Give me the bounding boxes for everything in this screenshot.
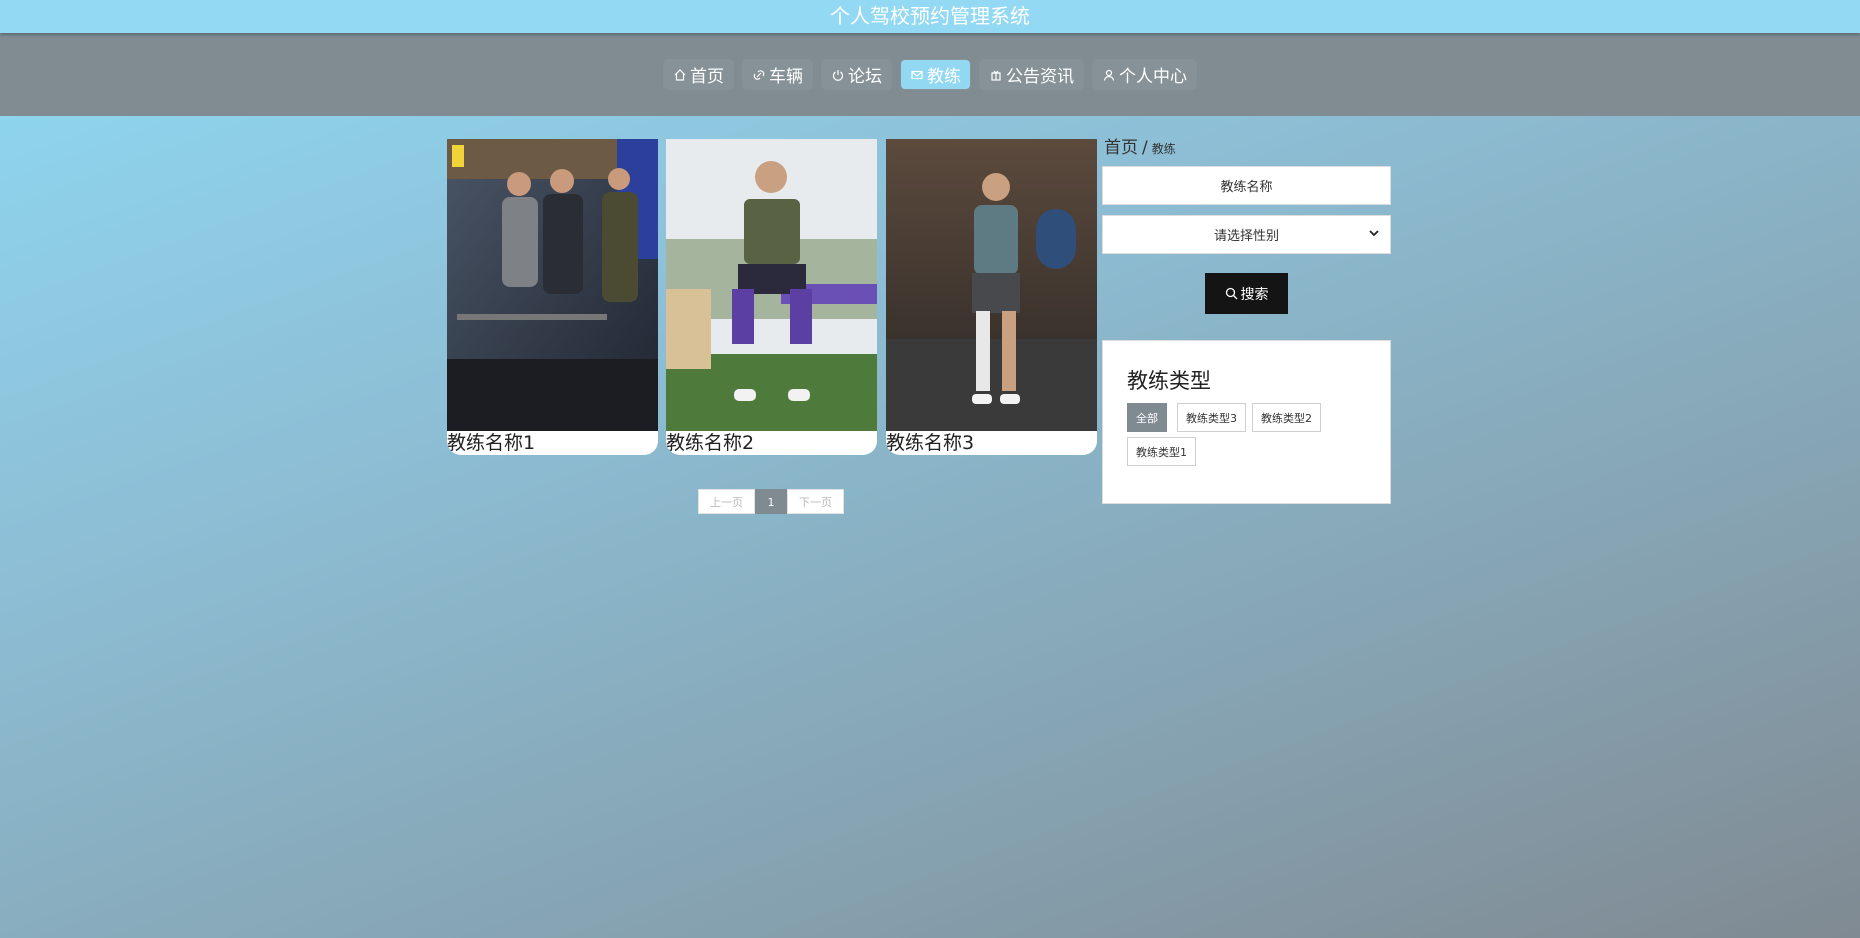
coach-type-panel: 教练类型 全部 教练类型3 教练类型2 教练类型1: [1102, 340, 1391, 504]
gift-icon: [991, 70, 1001, 81]
nav-item-label: 论坛: [848, 67, 882, 87]
nav-item-home[interactable]: 首页: [664, 60, 733, 89]
coach-photo: [447, 139, 658, 431]
user-icon: [1103, 69, 1115, 81]
chevron-down-icon: [1369, 230, 1379, 237]
next-page-button[interactable]: 下一页: [787, 489, 844, 514]
link-icon: [753, 69, 765, 80]
nav-item-announcements[interactable]: 公告资讯: [980, 60, 1083, 89]
coach-card-2[interactable]: 教练名称2: [666, 139, 877, 455]
nav-item-vehicles[interactable]: 车辆: [743, 60, 812, 89]
breadcrumb: 首页 / 教练: [1104, 133, 1176, 158]
coach-photo-image: [886, 139, 1097, 431]
nav-item-label: 公告资讯: [1006, 67, 1074, 87]
coach-photo-image: [447, 139, 658, 431]
coach-card-3[interactable]: 教练名称3: [886, 139, 1097, 455]
nav-item-profile[interactable]: 个人中心: [1093, 60, 1196, 89]
type-tag-1[interactable]: 教练类型1: [1127, 437, 1196, 466]
coach-name-input[interactable]: 教练名称: [1102, 166, 1391, 205]
gender-select[interactable]: 请选择性别: [1102, 215, 1391, 254]
search-icon: [1225, 287, 1237, 300]
coach-type-title: 教练类型: [1127, 369, 1211, 393]
nav-item-label: 首页: [690, 67, 724, 87]
search-button[interactable]: 搜索: [1205, 273, 1288, 314]
coach-name: 教练名称2: [666, 432, 755, 454]
nav-item-label: 车辆: [769, 67, 803, 87]
coach-photo-image: [666, 139, 877, 431]
type-tag-3[interactable]: 教练类型3: [1177, 403, 1246, 432]
coach-photo: [666, 139, 877, 431]
nav-item-label: 个人中心: [1119, 67, 1187, 87]
type-tag-all[interactable]: 全部: [1127, 403, 1167, 432]
type-tag-2[interactable]: 教练类型2: [1252, 403, 1321, 432]
coach-photo: [886, 139, 1097, 431]
nav-item-label: 教练: [927, 67, 961, 87]
mail-icon: [911, 70, 923, 79]
breadcrumb-current: 教练: [1151, 142, 1176, 156]
coach-name: 教练名称1: [447, 432, 536, 454]
coach-name: 教练名称3: [886, 432, 975, 454]
nav-item-coaches[interactable]: 教练: [901, 60, 970, 89]
app-title: 个人驾校预约管理系统: [0, 0, 1860, 33]
prev-page-button[interactable]: 上一页: [698, 489, 755, 514]
search-button-label: 搜索: [1240, 286, 1269, 303]
home-icon: [674, 68, 686, 81]
main-nav: 首页 车辆 论坛 教练 公告资讯 个人中心: [0, 60, 1860, 89]
breadcrumb-home[interactable]: 首页: [1104, 138, 1138, 158]
pagination: 上一页 1 下一页: [698, 489, 844, 514]
gender-select-label: 请选择性别: [1213, 229, 1279, 244]
power-icon: [832, 69, 844, 81]
page-number-button[interactable]: 1: [755, 489, 787, 514]
coach-card-1[interactable]: 教练名称1: [447, 139, 658, 455]
breadcrumb-separator: /: [1142, 138, 1148, 158]
nav-item-forum[interactable]: 论坛: [822, 60, 891, 89]
